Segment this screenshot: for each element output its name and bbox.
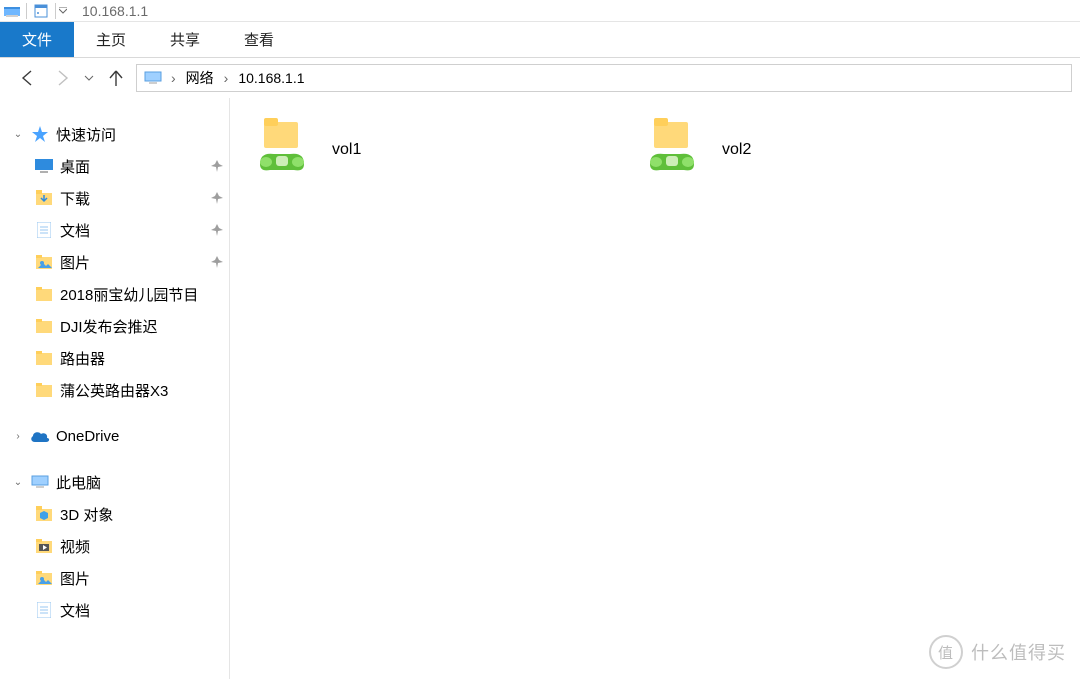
tab-view[interactable]: 查看 [222, 22, 296, 57]
tab-home[interactable]: 主页 [74, 22, 148, 57]
content-pane[interactable]: vol1 vol2 值 什么值得买 [230, 98, 1080, 679]
onedrive-icon [30, 426, 50, 446]
sidebar-item-label: 快速访问 [56, 124, 229, 145]
pin-icon [205, 192, 229, 204]
sidebar-item-downloads[interactable]: 下载 [0, 182, 229, 214]
sidebar-item-folder[interactable]: 路由器 [0, 342, 229, 374]
pin-icon [205, 256, 229, 268]
breadcrumb-network[interactable]: 网络 [182, 68, 218, 88]
watermark: 值 什么值得买 [929, 635, 1066, 669]
documents-icon [34, 600, 54, 620]
sidebar-quick-access[interactable]: ⌄ 快速访问 [0, 118, 229, 150]
sidebar-item-desktop[interactable]: 桌面 [0, 150, 229, 182]
network-share-item[interactable]: vol1 [250, 118, 530, 182]
pin-icon [205, 224, 229, 236]
folder-icon [34, 380, 54, 400]
sidebar-this-pc[interactable]: ⌄ 此电脑 [0, 466, 229, 498]
sidebar-item-label: DJI发布会推迟 [60, 316, 229, 337]
sidebar-item-label: 蒲公英路由器X3 [60, 380, 229, 401]
pictures-icon [34, 568, 54, 588]
folder-icon [34, 284, 54, 304]
up-button[interactable] [102, 64, 130, 92]
share-name-label: vol2 [722, 141, 751, 159]
watermark-badge-icon: 值 [929, 635, 963, 669]
sidebar-item-label: OneDrive [56, 428, 229, 445]
sidebar-item-3d-objects[interactable]: 3D 对象 [0, 498, 229, 530]
videos-icon [34, 536, 54, 556]
sidebar-item-label: 此电脑 [56, 472, 229, 493]
pictures-icon [34, 252, 54, 272]
folder-icon [34, 348, 54, 368]
app-icon [0, 0, 24, 22]
sidebar-item-label: 3D 对象 [60, 504, 229, 525]
sidebar-item-pictures[interactable]: 图片 [0, 562, 229, 594]
3d-objects-icon [34, 504, 54, 524]
forward-button[interactable] [48, 64, 76, 92]
chevron-down-icon[interactable]: ⌄ [12, 129, 24, 140]
sidebar-item-documents[interactable]: 文档 [0, 214, 229, 246]
folder-icon [34, 316, 54, 336]
qat-properties-icon[interactable] [29, 0, 53, 22]
quick-access-icon [30, 124, 50, 144]
chevron-right-icon[interactable]: › [167, 70, 180, 86]
sidebar-item-label: 文档 [60, 600, 229, 621]
computer-icon [30, 472, 50, 492]
navigation-pane: ⌄ 快速访问 桌面 下载 [0, 98, 230, 679]
sidebar-item-folder[interactable]: DJI发布会推迟 [0, 310, 229, 342]
ribbon-tabs: 文件 主页 共享 查看 [0, 22, 1080, 58]
recent-locations-dropdown[interactable] [82, 64, 96, 92]
separator [55, 3, 56, 19]
sidebar-item-folder[interactable]: 蒲公英路由器X3 [0, 374, 229, 406]
sidebar-item-label: 2018丽宝幼儿园节目 [60, 284, 229, 305]
sidebar-item-label: 桌面 [60, 156, 199, 177]
chevron-down-icon[interactable]: ⌄ [12, 477, 24, 488]
pin-icon [205, 160, 229, 172]
watermark-text: 什么值得买 [971, 639, 1066, 665]
sidebar-item-folder[interactable]: 2018丽宝幼儿园节目 [0, 278, 229, 310]
network-share-icon [640, 118, 704, 182]
tab-file[interactable]: 文件 [0, 22, 74, 57]
address-bar[interactable]: › 网络 › 10.168.1.1 [136, 64, 1072, 92]
network-share-icon [250, 118, 314, 182]
nav-bar: › 网络 › 10.168.1.1 [0, 58, 1080, 98]
share-name-label: vol1 [332, 141, 361, 159]
breadcrumb-host[interactable]: 10.168.1.1 [234, 70, 308, 86]
sidebar-item-label: 下载 [60, 188, 199, 209]
desktop-icon [34, 156, 54, 176]
network-share-item[interactable]: vol2 [640, 118, 920, 182]
downloads-icon [34, 188, 54, 208]
back-button[interactable] [14, 64, 42, 92]
sidebar-item-label: 文档 [60, 220, 199, 241]
explorer-body: ⌄ 快速访问 桌面 下载 [0, 98, 1080, 679]
sidebar-item-label: 图片 [60, 568, 229, 589]
title-bar: 10.168.1.1 [0, 0, 1080, 22]
explorer-window: 10.168.1.1 文件 主页 共享 查看 › [0, 0, 1080, 679]
sidebar-item-label: 视频 [60, 536, 229, 557]
sidebar-item-label: 路由器 [60, 348, 229, 369]
chevron-right-icon[interactable]: › [12, 431, 24, 442]
sidebar-item-documents[interactable]: 文档 [0, 594, 229, 626]
sidebar-onedrive[interactable]: › OneDrive [0, 420, 229, 452]
qat-dropdown-icon[interactable] [58, 7, 68, 15]
documents-icon [34, 220, 54, 240]
sidebar-item-label: 图片 [60, 252, 199, 273]
sidebar-item-videos[interactable]: 视频 [0, 530, 229, 562]
sidebar-item-pictures[interactable]: 图片 [0, 246, 229, 278]
separator [26, 3, 27, 19]
computer-icon [141, 71, 165, 85]
chevron-right-icon[interactable]: › [220, 70, 233, 86]
tab-share[interactable]: 共享 [148, 22, 222, 57]
window-title: 10.168.1.1 [82, 3, 148, 19]
